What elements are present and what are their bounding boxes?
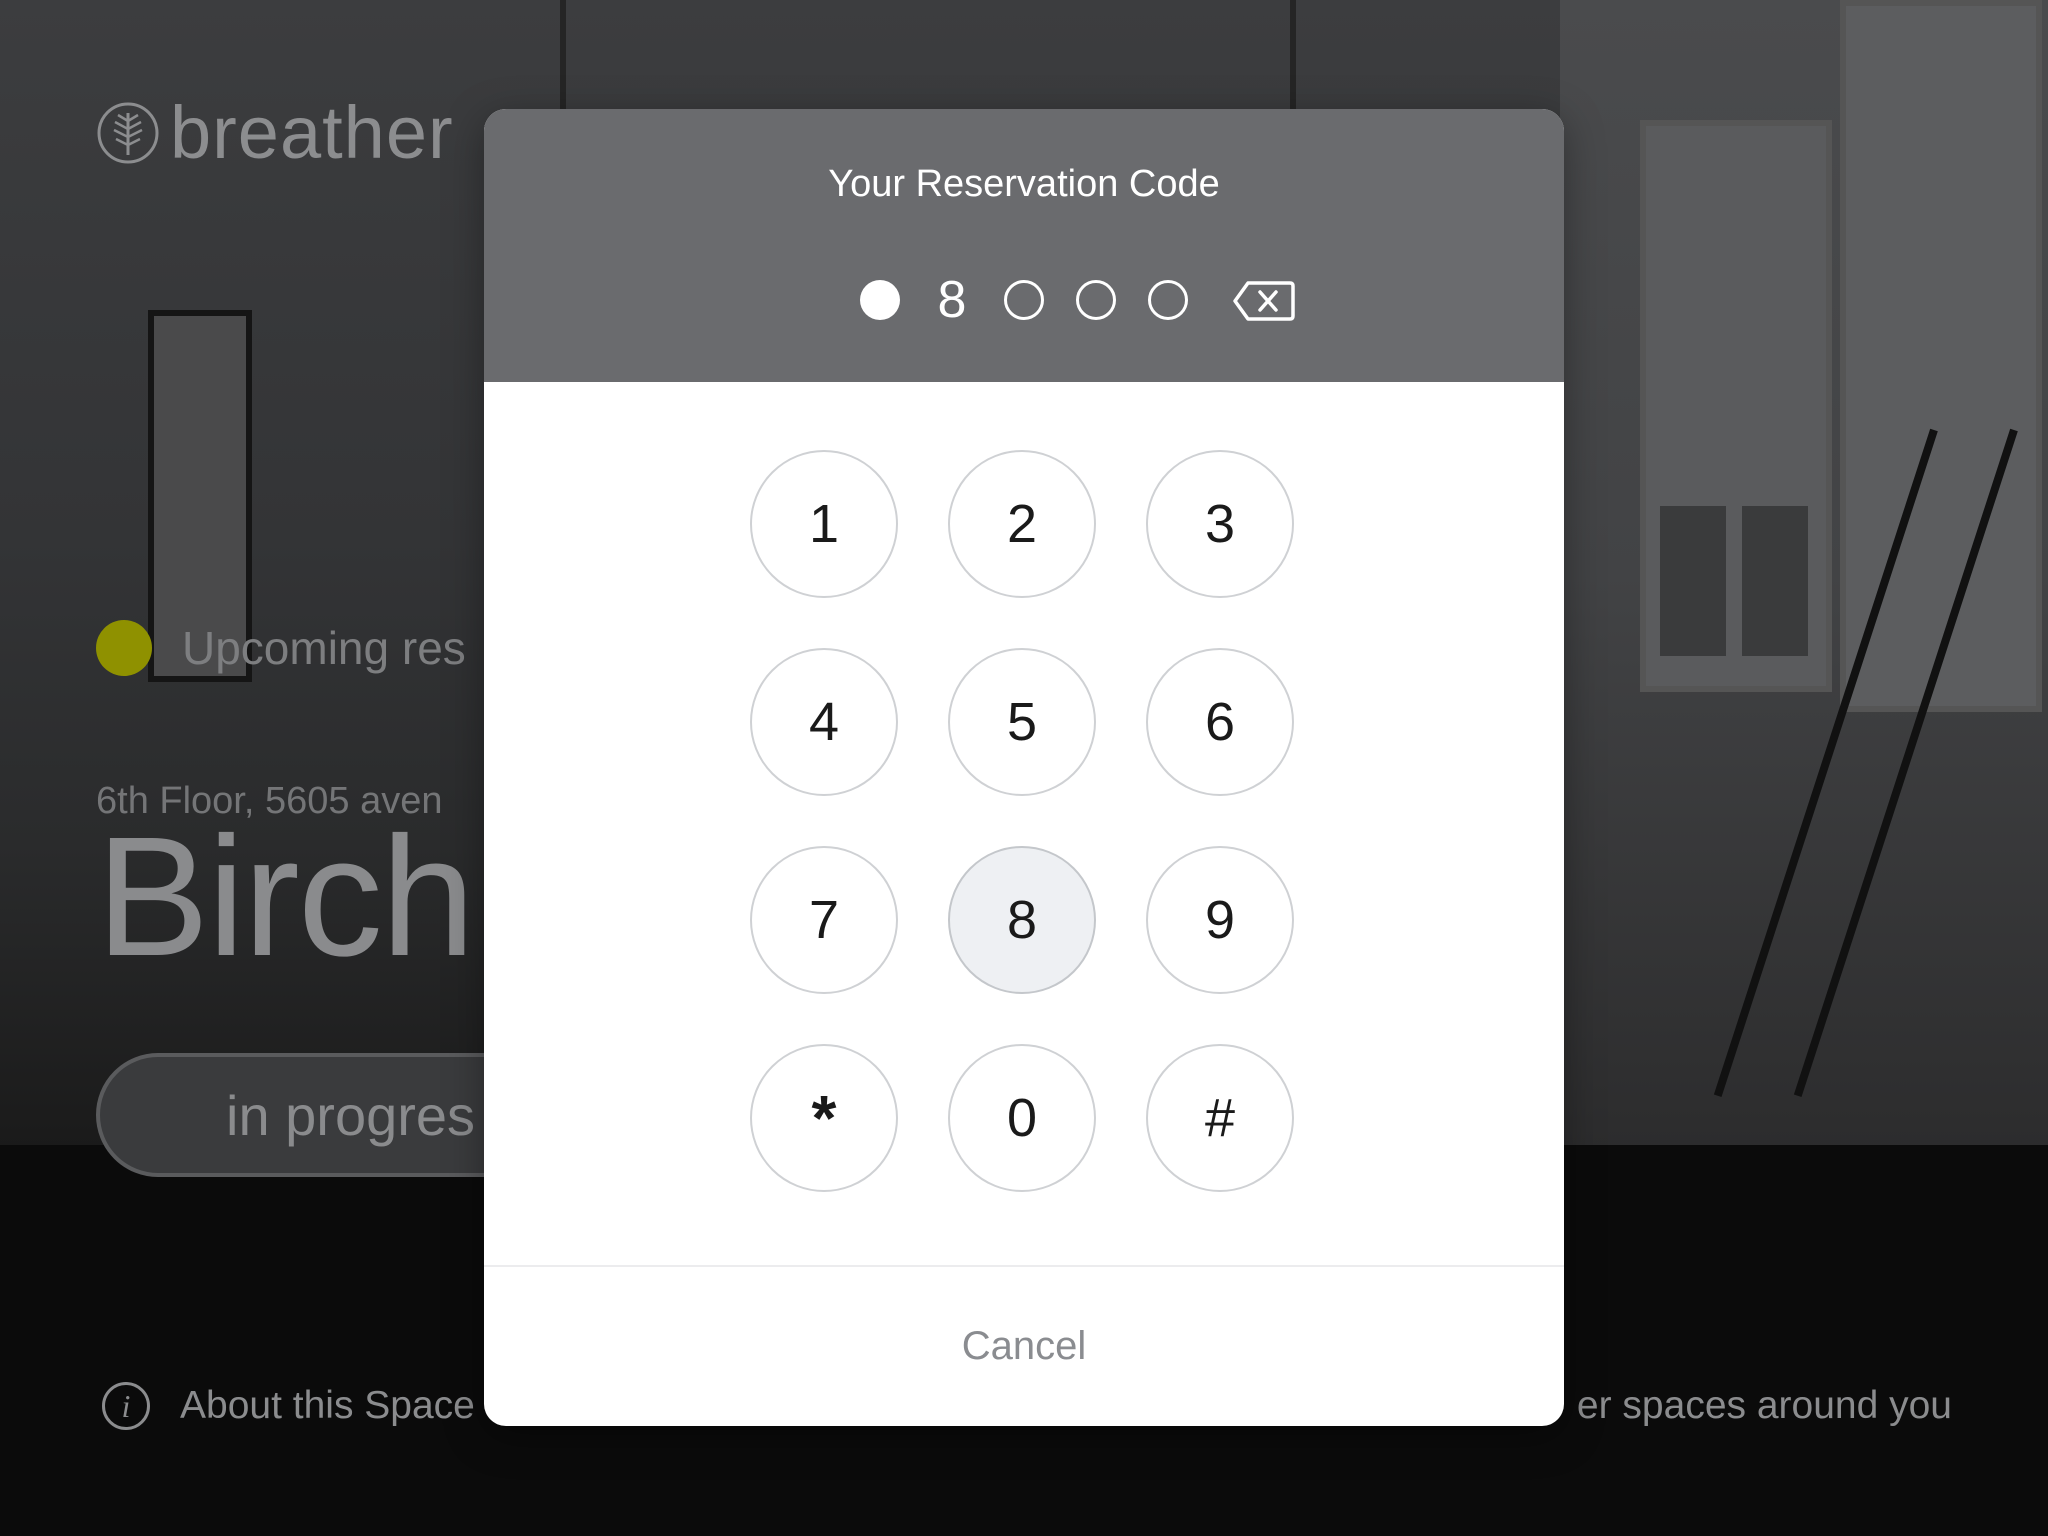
window xyxy=(1640,120,1832,692)
code-slot-3 xyxy=(1004,265,1044,335)
about-space-label: About this Space xyxy=(180,1384,475,1427)
key-7[interactable]: 7 xyxy=(750,846,898,994)
modal-title: Your Reservation Code xyxy=(828,163,1220,205)
key-star[interactable]: * xyxy=(750,1044,898,1192)
code-digit: 8 xyxy=(937,271,967,329)
key-0[interactable]: 0 xyxy=(948,1044,1096,1192)
about-space-link[interactable]: i About this Space xyxy=(102,1382,475,1430)
brand-logo: breather xyxy=(96,96,454,170)
key-9[interactable]: 9 xyxy=(1146,846,1294,994)
key-3[interactable]: 3 xyxy=(1146,450,1294,598)
status-dot xyxy=(96,620,152,676)
code-slot-2: 8 xyxy=(932,265,972,335)
space-name: Birch xyxy=(96,802,475,992)
key-hash[interactable]: # xyxy=(1146,1044,1294,1192)
info-icon: i xyxy=(102,1382,150,1430)
reservation-status: Upcoming res xyxy=(96,620,466,676)
key-5[interactable]: 5 xyxy=(948,648,1096,796)
cancel-button[interactable]: Cancel xyxy=(484,1267,1564,1426)
explore-spaces-link[interactable]: er spaces around you xyxy=(1577,1384,1952,1428)
key-4[interactable]: 4 xyxy=(750,648,898,796)
key-6[interactable]: 6 xyxy=(1146,648,1294,796)
modal-header: Your Reservation Code 8 xyxy=(484,109,1564,382)
key-8[interactable]: 8 xyxy=(948,846,1096,994)
ceiling-beam xyxy=(1290,0,1296,110)
tree-logo-icon xyxy=(97,102,159,164)
code-slot-1 xyxy=(860,265,900,335)
reservation-code-modal: Your Reservation Code 8 1 2 3 4 5 6 7 8 … xyxy=(484,109,1564,1426)
backspace-icon[interactable] xyxy=(1232,279,1296,323)
key-2[interactable]: 2 xyxy=(948,450,1096,598)
empty-dot xyxy=(1148,280,1188,320)
status-text: Upcoming res xyxy=(182,622,466,674)
ceiling-beam xyxy=(560,0,566,110)
brand-name: breather xyxy=(170,91,454,174)
window xyxy=(1840,0,2042,712)
empty-dot xyxy=(1004,280,1044,320)
code-slot-5 xyxy=(1148,265,1188,335)
code-slot-4 xyxy=(1076,265,1116,335)
filled-dot xyxy=(860,280,900,320)
empty-dot xyxy=(1076,280,1116,320)
code-display: 8 xyxy=(484,265,1564,335)
progress-label: in progres xyxy=(226,1083,476,1147)
key-1[interactable]: 1 xyxy=(750,450,898,598)
